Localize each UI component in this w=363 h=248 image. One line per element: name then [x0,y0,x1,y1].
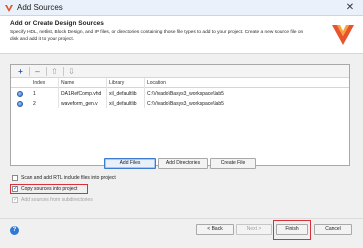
copy-sources-highlight [10,184,88,194]
subdirectories-checkbox: ✓ [12,197,19,203]
vivado-logo-icon [332,25,354,45]
source-file-icon [17,91,23,97]
create-file-button[interactable]: Create File [210,158,256,169]
table-header: Index Name Library Location [11,78,349,88]
toolbar-divider [29,67,30,76]
column-header-location[interactable]: Location [147,80,166,86]
row-library: xil_defaultlib [109,101,137,107]
row-index: 1 [33,91,36,97]
wizard-content: + – ⇧ ⇩ Index Name Library Location 1 DA… [0,54,363,218]
finish-highlight [273,220,311,240]
add-icon[interactable]: + [15,66,26,77]
sources-table-panel: + – ⇧ ⇩ Index Name Library Location 1 DA… [10,64,350,166]
row-library: xil_defaultlib [109,91,137,97]
next-button[interactable]: Next > [236,224,272,235]
toolbar-divider [63,67,64,76]
row-location: C:\Vivado\Basys3_workspace\lab5 [147,91,224,97]
table-toolbar: + – ⇧ ⇩ [11,65,349,78]
row-location: C:\Vivado\Basys3_workspace\lab5 [147,101,224,107]
toolbar-divider [46,67,47,76]
column-header-library[interactable]: Library [109,80,124,86]
column-header-index[interactable]: Index [33,80,45,86]
cancel-button[interactable]: Cancel [314,224,352,235]
subdirectories-label: Add sources from subdirectories [21,197,93,203]
table-row[interactable]: 2 waveform_gen.v xil_defaultlib C:\Vivad… [11,99,349,109]
scan-rtl-checkbox[interactable] [12,175,18,181]
column-header-name[interactable]: Name [61,80,74,86]
back-button[interactable]: < Back [196,224,234,235]
row-name: waveform_gen.v [61,101,98,107]
wizard-header: Add or Create Design Sources Specify HDL… [0,16,363,54]
page-title: Add or Create Design Sources [10,20,104,27]
window-title: Add Sources [17,3,63,12]
remove-icon[interactable]: – [32,66,43,77]
page-description: Specify HDL, netlist, Block Design, and … [10,30,304,42]
add-files-button[interactable]: Add Files [104,158,156,169]
table-row[interactable]: 1 DA1RefComp.vhd xil_defaultlib C:\Vivad… [11,89,349,99]
title-bar: Add Sources ✕ [0,0,363,16]
scan-rtl-label: Scan and add RTL include files into proj… [21,175,116,181]
row-index: 2 [33,101,36,107]
help-icon[interactable]: ? [10,226,19,235]
vivado-app-icon [5,5,13,12]
close-icon[interactable]: ✕ [343,1,357,14]
move-down-icon[interactable]: ⇩ [66,66,77,77]
move-up-icon[interactable]: ⇧ [49,66,60,77]
add-directories-button[interactable]: Add Directories [158,158,208,169]
row-name: DA1RefComp.vhd [61,91,102,97]
source-file-icon [17,101,23,107]
